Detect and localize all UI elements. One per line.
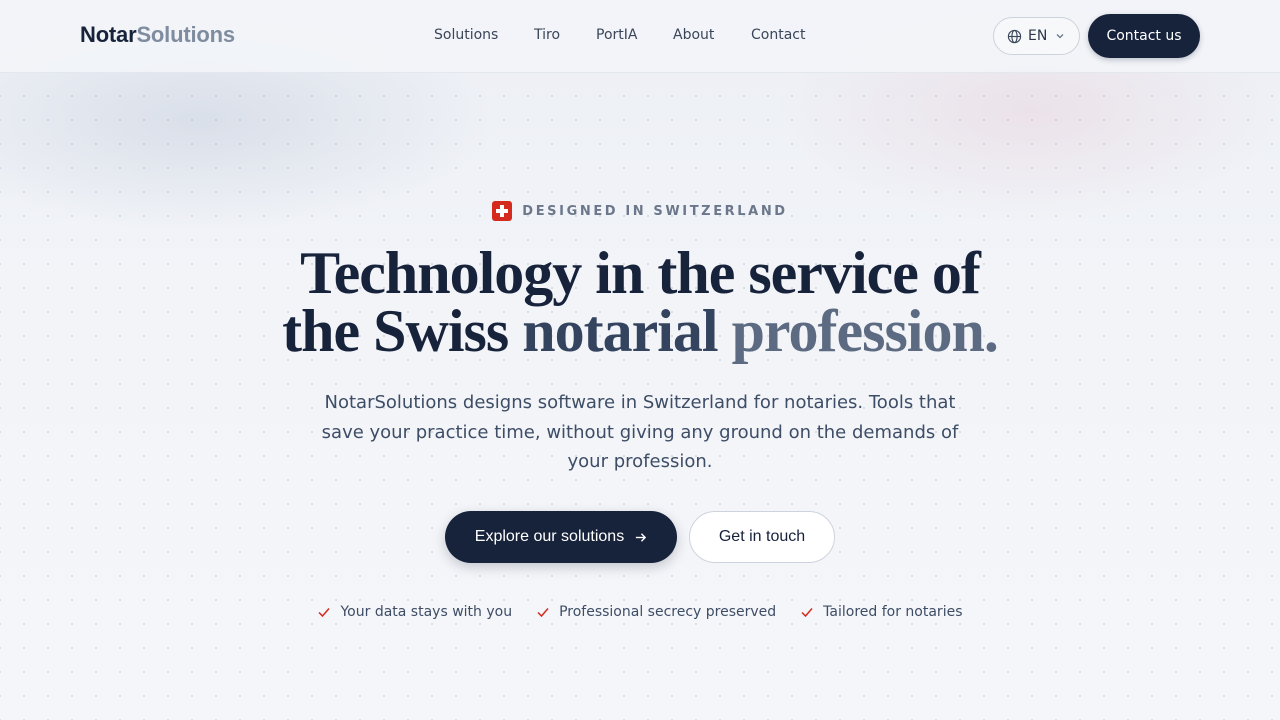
hero-title-line-1: Technology in the service of bbox=[300, 240, 981, 306]
hero-title-part-a: the Swiss bbox=[282, 298, 523, 364]
nav-item-solutions[interactable]: Solutions bbox=[434, 27, 498, 43]
nav-item-about[interactable]: About bbox=[673, 27, 714, 43]
language-selector[interactable]: EN bbox=[993, 17, 1080, 55]
hero-title-line-2: the Swiss notarial profession. bbox=[0, 301, 1280, 361]
arrow-right-icon bbox=[636, 532, 647, 542]
check-icon bbox=[801, 608, 813, 618]
check-icon bbox=[318, 608, 331, 618]
swiss-flag-icon bbox=[492, 201, 513, 221]
hero-title: Technology in the service of the Swiss n… bbox=[0, 240, 1280, 361]
feature-label: Your data stays with you bbox=[340, 604, 513, 620]
eyebrow-text: DESIGNED IN SWITZERLAND bbox=[522, 203, 788, 219]
feature-label: Tailored for notaries bbox=[823, 604, 963, 620]
eyebrow: DESIGNED IN SWITZERLAND bbox=[0, 201, 1280, 221]
globe-icon bbox=[1007, 29, 1022, 43]
explore-solutions-label: Explore our solutions bbox=[474, 528, 625, 545]
nav-item-contact[interactable]: Contact bbox=[751, 27, 805, 43]
contact-us-button[interactable]: Contact us bbox=[1088, 14, 1200, 58]
feature-list: Your data stays with you Professional se… bbox=[0, 604, 1280, 620]
nav-item-portia[interactable]: PortIA bbox=[596, 27, 637, 43]
feature-item: Tailored for notaries bbox=[800, 604, 963, 620]
nav-item-tiro[interactable]: Tiro bbox=[534, 27, 560, 43]
language-code: EN bbox=[1028, 28, 1048, 44]
explore-solutions-button[interactable]: Explore our solutions bbox=[445, 511, 677, 563]
get-in-touch-button[interactable]: Get in touch bbox=[689, 511, 835, 563]
feature-label: Professional secrecy preserved bbox=[559, 604, 777, 620]
feature-item: Professional secrecy preserved bbox=[536, 604, 776, 620]
hero-subtitle: NotarSolutions designs software in Switz… bbox=[321, 392, 959, 472]
chevron-down-icon bbox=[1056, 34, 1064, 39]
feature-item: Your data stays with you bbox=[317, 604, 512, 620]
check-icon bbox=[537, 608, 549, 618]
hero-title-part-c: profession. bbox=[731, 298, 999, 364]
site-header: NotarSolutions Solutions Tiro PortIA Abo… bbox=[0, 0, 1280, 73]
hero-title-part-b: notarial bbox=[522, 298, 732, 364]
